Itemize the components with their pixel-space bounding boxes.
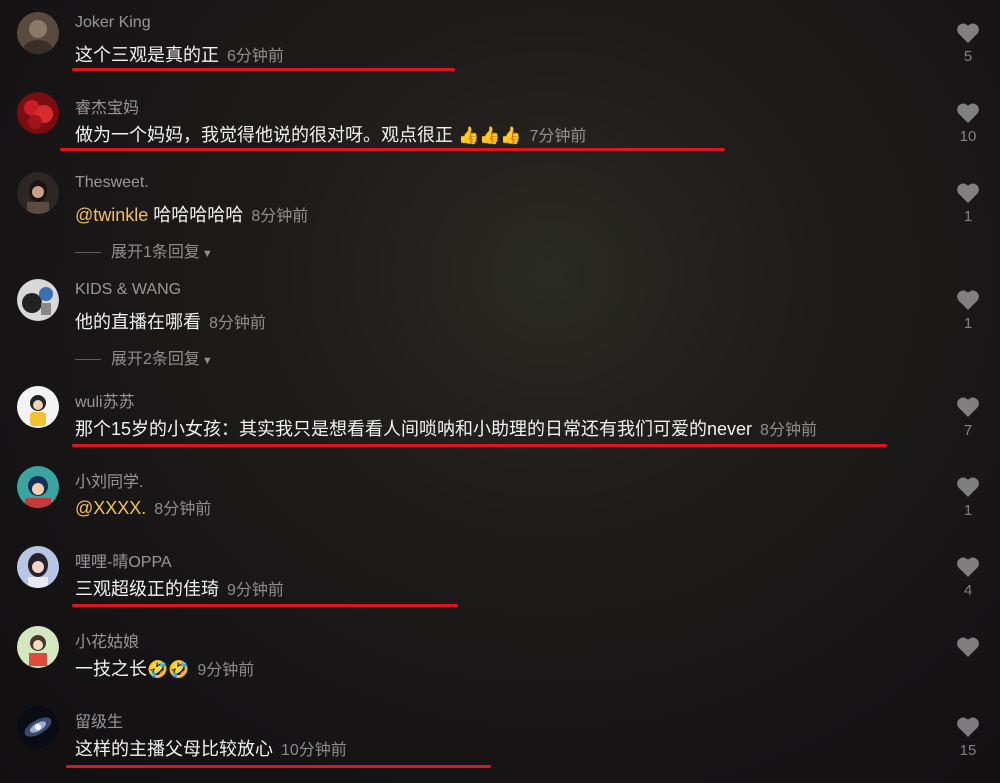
comment-body: 他的直播在哪看 [75,312,201,332]
avatar[interactable] [17,279,59,321]
comment-text: 他的直播在哪看 8分钟前 [75,308,266,334]
comment-body: 一技之长 [75,659,147,679]
like-button[interactable]: 5 [950,22,986,65]
like-button[interactable]: 4 [950,556,986,599]
like-count: 1 [963,208,973,225]
comment-text: 一技之长🤣🤣 9分钟前 [75,655,254,681]
heart-icon [957,557,979,577]
comment-body: 那个15岁的小女孩：其实我只是想看看人间唢呐和小助理的日常还有我们可爱的neve… [75,419,753,439]
comment-time: 8分钟前 [154,501,212,518]
avatar[interactable] [17,546,59,588]
comment-text: 那个15岁的小女孩：其实我只是想看看人间唢呐和小助理的日常还有我们可爱的neve… [75,415,817,441]
like-button[interactable] [950,636,986,662]
expand-replies-label: 展开2条回复 [111,351,200,368]
comment-text: @XXXX. 8分钟前 [75,495,211,519]
red-underline [72,68,455,71]
comment-body: 做为一个妈妈，我觉得他说的很对呀。观点很正 [75,125,453,145]
username[interactable]: 小刘同学. [75,468,143,492]
red-underline [72,444,887,447]
red-underline [60,148,725,151]
comment-text: 三观超级正的佳琦 9分钟前 [75,575,284,601]
comment-time: 8分钟前 [209,315,266,332]
like-count: 5 [963,48,973,65]
avatar[interactable] [17,706,59,748]
comment-time: 9分钟前 [197,662,255,679]
comment-text: 这个三观是真的正 6分钟前 [75,41,284,67]
heart-icon [957,103,979,123]
like-button[interactable]: 1 [950,289,986,332]
comment-body: 三观超级正的佳琦 [75,579,219,599]
like-count: 4 [963,582,973,599]
heart-icon [957,183,979,203]
caret-down-icon: ▼ [201,355,213,367]
mention-link[interactable]: @twinkle [75,205,148,225]
divider-line [75,359,101,361]
expand-replies-label: 展开1条回复 [111,244,200,261]
comment-time: 9分钟前 [227,582,284,599]
like-button[interactable]: 1 [950,476,986,519]
like-button[interactable]: 1 [950,182,986,225]
avatar[interactable] [17,466,59,508]
comment-time: 7分钟前 [529,128,587,145]
expand-replies-button[interactable]: 展开2条回复 ▼ [75,345,213,369]
red-underline [72,604,458,607]
comment-text: 做为一个妈妈，我觉得他说的很对呀。观点很正 👍👍👍 7分钟前 [75,121,586,147]
avatar[interactable] [17,12,59,54]
comment-body: 哈哈哈哈哈 [148,205,244,225]
comment-time: 10分钟前 [281,742,347,759]
heart-icon [957,397,979,417]
thumbs-up-emoji: 👍👍👍 [458,126,522,145]
comment-time: 6分钟前 [227,48,284,65]
like-button[interactable]: 10 [950,102,986,145]
username[interactable]: wuli苏苏 [75,388,135,412]
username[interactable]: 哩哩-晴OPPA [75,548,172,572]
heart-icon [957,477,979,497]
username[interactable]: KIDS & WANG [75,281,181,299]
avatar[interactable] [17,172,59,214]
divider-line [75,252,101,254]
comment-time: 8分钟前 [251,208,309,225]
like-button[interactable]: 7 [950,396,986,439]
caret-down-icon: ▼ [201,248,213,260]
avatar[interactable] [17,626,59,668]
like-count: 7 [963,422,973,439]
like-count: 10 [959,128,977,145]
like-count: 1 [963,502,973,519]
mention-link[interactable]: @XXXX. [75,498,146,518]
comment-body: 这个三观是真的正 [75,45,219,65]
avatar[interactable] [17,386,59,428]
heart-icon [957,717,979,737]
username[interactable]: Joker King [75,14,151,32]
comment-text: @twinkle 哈哈哈哈哈 8分钟前 [75,201,308,227]
like-count: 1 [963,315,973,332]
heart-icon [957,23,979,43]
expand-replies-button[interactable]: 展开1条回复 ▼ [75,238,213,262]
avatar[interactable] [17,92,59,134]
username[interactable]: 留级生 [75,708,123,732]
red-underline [66,765,491,768]
comment-body: 这样的主播父母比较放心 [75,739,273,759]
username[interactable]: Thesweet. [75,174,149,192]
comment-time: 8分钟前 [760,422,817,439]
like-count: 15 [959,742,977,759]
heart-icon [957,637,979,657]
username[interactable]: 小花姑娘 [75,628,139,652]
heart-icon [957,290,979,310]
comment-text: 这样的主播父母比较放心 10分钟前 [75,735,347,761]
username[interactable]: 睿杰宝妈 [75,94,139,118]
laughing-emoji: 🤣🤣 [147,660,190,679]
like-button[interactable]: 15 [950,716,986,759]
